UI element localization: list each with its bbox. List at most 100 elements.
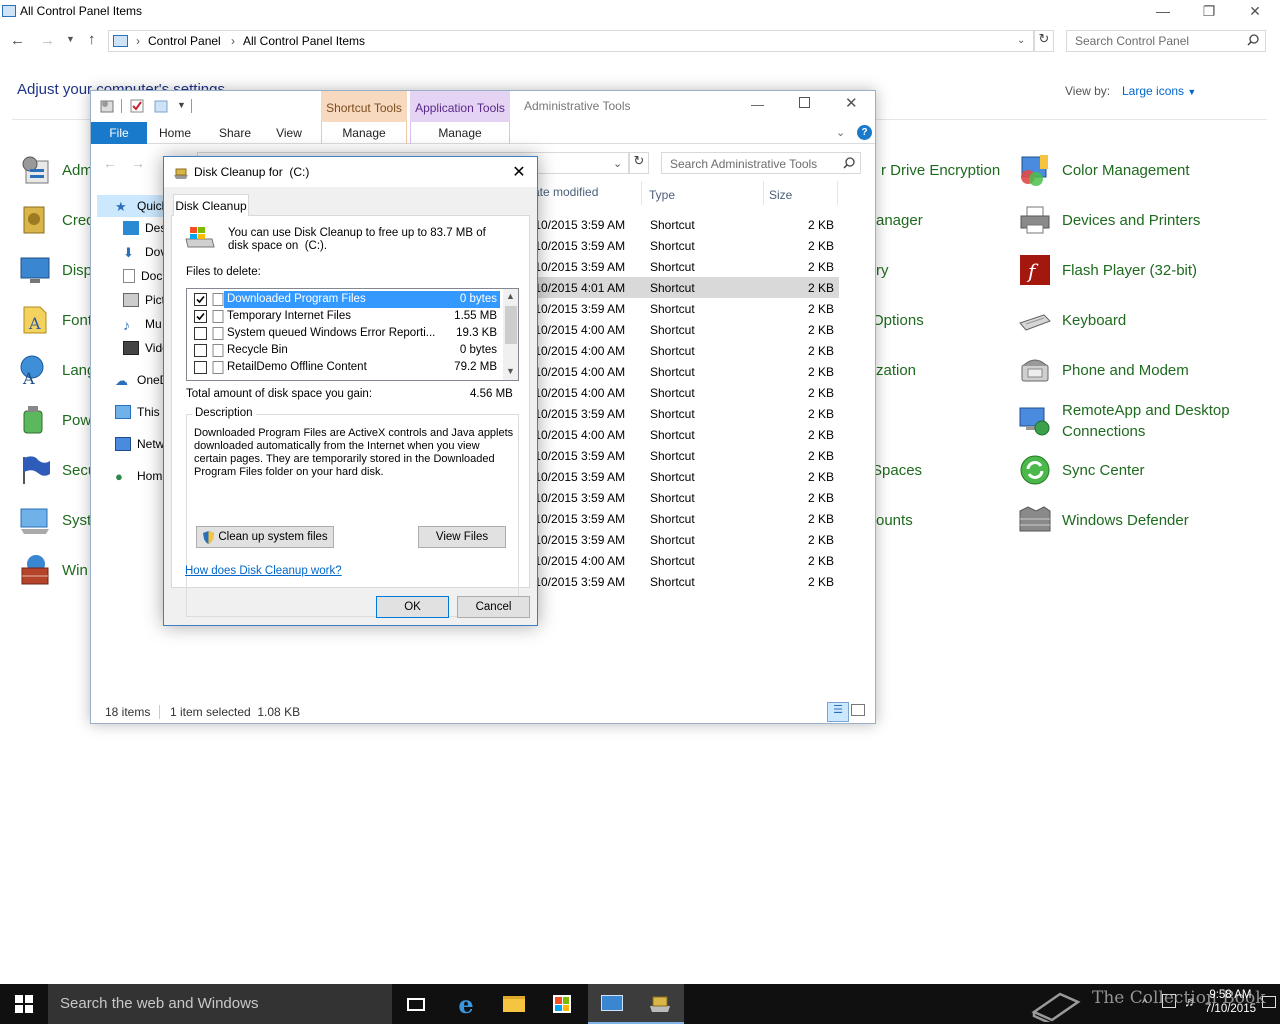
table-row[interactable]: /10/2015 3:59 AM Shortcut 2 KB [531, 487, 839, 508]
ok-button[interactable]: OK [376, 596, 449, 618]
list-item[interactable]: System queued Windows Error Reporti... 19… [187, 325, 503, 342]
system-clock[interactable]: 9:58 AM 7/10/2015 [1205, 988, 1256, 1016]
up-button[interactable]: ↑ [88, 31, 96, 48]
cp-item-windows-defender[interactable]: Windows Defender [1018, 500, 1189, 540]
table-row[interactable]: /10/2015 3:59 AM Shortcut 2 KB [531, 508, 839, 529]
nav-this-pc[interactable]: This [115, 405, 160, 419]
tab-view[interactable]: View [267, 122, 311, 144]
scroll-up-icon[interactable]: ▲ [506, 291, 515, 301]
cp-item-administrative-tools[interactable]: Adm [18, 150, 93, 190]
cp-item-credential-manager[interactable]: Cred [18, 200, 95, 240]
table-row[interactable]: /10/2015 3:59 AM Shortcut 2 KB [531, 403, 839, 424]
close-button[interactable]: ✕ [1232, 0, 1278, 22]
table-row[interactable]: /10/2015 4:00 AM Shortcut 2 KB [531, 319, 839, 340]
table-row[interactable]: /10/2015 3:59 AM Shortcut 2 KB [531, 256, 839, 277]
tab-disk-cleanup[interactable]: Disk Cleanup [173, 194, 249, 216]
cp-item-sync-center[interactable]: Sync Center [1018, 450, 1145, 490]
list-item[interactable]: RetailDemo Offline Content 79.2 MB [187, 359, 503, 376]
cp-item-system[interactable]: Syst [18, 500, 91, 540]
taskbar-control-panel[interactable] [588, 984, 636, 1024]
tab-share[interactable]: Share [211, 122, 259, 144]
back-button[interactable]: ← [103, 155, 117, 171]
cp-item-phone-modem[interactable]: Phone and Modem [1018, 350, 1189, 390]
qat-new-folder-icon[interactable] [153, 98, 169, 114]
breadcrumb-all-items[interactable]: All Control Panel Items [243, 34, 365, 48]
minimize-button[interactable]: — [1140, 0, 1186, 22]
cp-item-security-maintenance[interactable]: Secu [18, 450, 96, 490]
cp-item-color-management[interactable]: Color Management [1018, 150, 1190, 190]
nav-documents[interactable]: Doc [123, 269, 162, 283]
cp-item-file-history[interactable]: ry [876, 250, 889, 290]
taskbar-file-explorer[interactable] [490, 984, 538, 1024]
table-row[interactable]: /10/2015 3:59 AM Shortcut 2 KB [531, 298, 839, 319]
clean-up-system-files-button[interactable]: Clean up system files [196, 526, 334, 548]
refresh-button[interactable]: ↻ [1034, 30, 1054, 52]
cp-item-language[interactable]: A Lang [18, 350, 95, 390]
tab-manage-application[interactable]: Manage [410, 122, 510, 144]
nav-homegroup[interactable]: ● Hom [115, 469, 162, 484]
chevron-down-icon[interactable]: ⌄ [836, 126, 845, 139]
nav-network[interactable]: Netw [115, 437, 164, 451]
cp-item-device-manager[interactable]: anager [876, 200, 923, 240]
cp-item-bitlocker[interactable]: r Drive Encryption [881, 150, 1000, 190]
breadcrumb-control-panel[interactable]: Control Panel [148, 34, 221, 48]
table-row[interactable]: /10/2015 3:59 AM Shortcut 2 KB [531, 445, 839, 466]
column-size[interactable]: Size [769, 188, 792, 202]
taskbar-edge[interactable]: e [442, 984, 490, 1024]
table-row[interactable]: /10/2015 3:59 AM Shortcut 2 KB [531, 571, 839, 592]
item-checkbox[interactable] [194, 293, 207, 306]
tab-home[interactable]: Home [153, 122, 197, 144]
item-checkbox[interactable] [194, 310, 207, 323]
table-row[interactable]: /10/2015 3:59 AM Shortcut 2 KB [531, 466, 839, 487]
list-item[interactable]: Downloaded Program Files 0 bytes [187, 291, 503, 308]
qat-customize-icon[interactable]: ▼ [177, 100, 186, 110]
column-type[interactable]: Type [649, 188, 675, 202]
forward-button[interactable]: → [131, 155, 145, 171]
cp-item-flash-player[interactable]: f Flash Player (32-bit) [1018, 250, 1197, 290]
close-button[interactable]: ✕ [845, 94, 858, 112]
maximize-button[interactable] [799, 97, 810, 108]
table-row[interactable]: /10/2015 4:00 AM Shortcut 2 KB [531, 424, 839, 445]
table-row[interactable]: /10/2015 3:59 AM Shortcut 2 KB [531, 235, 839, 256]
search-input[interactable]: Search Control Panel [1066, 30, 1266, 52]
cp-item-windows-firewall[interactable]: Win [18, 550, 88, 590]
forward-button[interactable]: → [40, 32, 55, 49]
table-row[interactable]: /10/2015 4:00 AM Shortcut 2 KB [531, 550, 839, 571]
table-row[interactable]: /10/2015 4:00 AM Shortcut 2 KB [531, 340, 839, 361]
cp-item-display[interactable]: Disp [18, 250, 92, 290]
nav-desktop[interactable]: Des [123, 221, 166, 235]
list-item[interactable]: Recycle Bin 0 bytes [187, 342, 503, 359]
cancel-button[interactable]: Cancel [457, 596, 530, 618]
cp-item-personalization[interactable]: zation [876, 350, 916, 390]
table-row[interactable]: /10/2015 3:59 AM Shortcut 2 KB [531, 529, 839, 550]
task-view-button[interactable] [392, 984, 440, 1024]
table-row[interactable]: /10/2015 3:59 AM Shortcut 2 KB [531, 214, 839, 235]
tab-file[interactable]: File [91, 122, 147, 144]
help-icon[interactable]: ? [857, 125, 872, 140]
cp-item-user-accounts[interactable]: ounts [876, 500, 913, 540]
refresh-button[interactable]: ↻ [629, 152, 649, 174]
minimize-button[interactable]: — [751, 97, 764, 112]
nav-downloads[interactable]: ⬇ Dov [123, 245, 166, 260]
nav-onedrive[interactable]: ☁ OneD [115, 373, 168, 388]
recent-locations-icon[interactable]: ▼ [66, 34, 75, 44]
cp-item-fonts[interactable]: A Font [18, 300, 92, 340]
nav-music[interactable]: ♪ Mu [123, 317, 162, 333]
qat-checkmark-icon[interactable] [129, 98, 145, 114]
nav-videos[interactable]: Vide [123, 341, 169, 355]
nav-pictures[interactable]: Pict [123, 293, 165, 307]
start-button[interactable] [0, 984, 48, 1024]
list-item[interactable]: Temporary Internet Files 1.55 MB [187, 308, 503, 325]
cp-item-remoteapp[interactable]: RemoteApp and Desktop Connections [1018, 400, 1268, 444]
item-checkbox[interactable] [194, 344, 207, 357]
scroll-thumb[interactable] [505, 306, 517, 344]
tab-manage-shortcut[interactable]: Manage [321, 122, 407, 144]
view-by-dropdown[interactable]: Large icons ▼ [1122, 84, 1196, 98]
cp-item-power-options[interactable]: Pow [18, 400, 91, 440]
large-icons-view-icon[interactable] [851, 704, 865, 716]
table-row[interactable]: /10/2015 4:00 AM Shortcut 2 KB [531, 382, 839, 403]
back-button[interactable]: ← [10, 32, 25, 49]
cp-item-keyboard[interactable]: Keyboard [1018, 300, 1126, 340]
cp-item-internet-options[interactable]: Options [872, 300, 924, 340]
cp-item-storage-spaces[interactable]: Spaces [872, 450, 922, 490]
